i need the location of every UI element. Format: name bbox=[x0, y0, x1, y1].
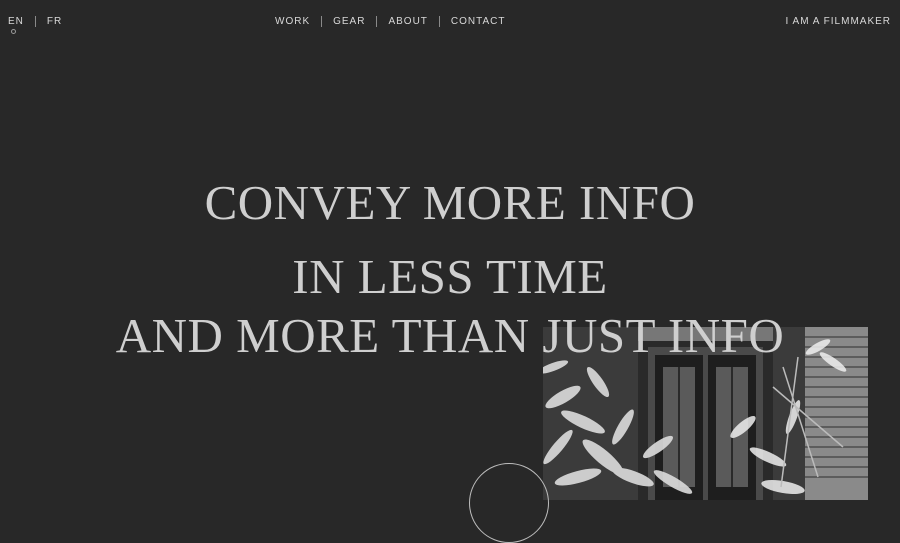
divider bbox=[376, 16, 378, 27]
lang-en-link[interactable]: EN bbox=[8, 16, 24, 34]
hero-line-3: AND MORE THAN JUST INFO bbox=[115, 308, 785, 363]
nav-link-gear[interactable]: GEAR bbox=[333, 16, 365, 27]
nav-link-work[interactable]: WORK bbox=[275, 16, 310, 27]
nav-link-about[interactable]: ABOUT bbox=[388, 16, 427, 27]
divider bbox=[34, 16, 36, 27]
scroll-down-circle[interactable] bbox=[469, 463, 549, 543]
lang-fr-link[interactable]: FR bbox=[47, 16, 62, 27]
divider bbox=[321, 16, 323, 27]
divider bbox=[438, 16, 440, 27]
hero-line-1: CONVEY MORE INFO bbox=[204, 175, 696, 230]
language-switcher: EN FR bbox=[8, 16, 62, 34]
main-nav: WORK GEAR ABOUT CONTACT bbox=[275, 16, 506, 27]
nav-link-contact[interactable]: CONTACT bbox=[451, 16, 506, 27]
top-navigation-bar: EN FR WORK GEAR ABOUT CONTACT I AM A FIL… bbox=[0, 0, 900, 44]
hero-line-2: IN LESS TIME bbox=[292, 249, 608, 304]
filmmaker-link[interactable]: I AM A FILMMAKER bbox=[786, 16, 891, 27]
